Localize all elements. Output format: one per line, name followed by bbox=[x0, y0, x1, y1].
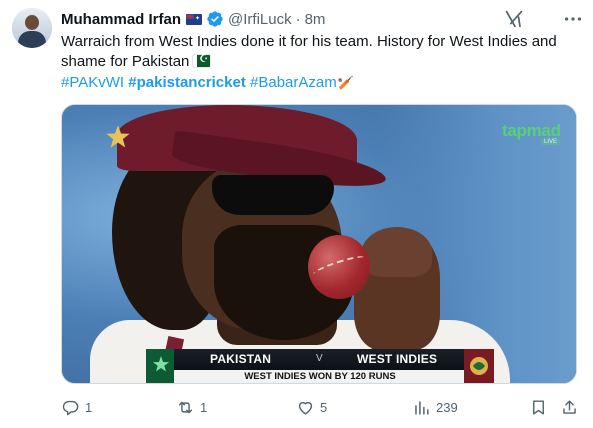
player-fingers bbox=[362, 227, 432, 277]
like-count: 5 bbox=[320, 399, 328, 415]
bookmark-icon bbox=[533, 399, 544, 415]
scorebar: PAKISTAN V WEST INDIES WEST INDIES WON B… bbox=[146, 349, 494, 383]
hashtag-pakvwi[interactable]: #PAKvWI bbox=[61, 74, 124, 91]
tweet-actions: 1 1 5 239 bbox=[0, 394, 593, 420]
tweet-body: Warraich from West Indies done it for hi… bbox=[61, 33, 557, 70]
team-home: PAKISTAN bbox=[210, 352, 272, 366]
repost-button[interactable]: 1 bbox=[176, 394, 207, 420]
pcb-star-logo-icon bbox=[106, 125, 130, 148]
west-indies-crest-icon bbox=[464, 349, 494, 383]
tweet-media-image[interactable]: tapmad LIVE PAKISTAN V WEST INDIES WEST … bbox=[61, 104, 577, 384]
tweet-text: Warraich from West Indies done it for hi… bbox=[61, 32, 581, 72]
timestamp[interactable]: 8m bbox=[305, 11, 326, 28]
sunglasses bbox=[212, 175, 334, 215]
hashtag-line: #PAKvWI #pakistancricket #BabarAzam🏏 bbox=[61, 73, 354, 93]
avatar[interactable] bbox=[12, 8, 52, 48]
like-button[interactable]: 5 bbox=[296, 394, 327, 420]
views-count: 239 bbox=[436, 399, 458, 415]
bookmark-button[interactable] bbox=[529, 394, 548, 420]
verified-badge-icon[interactable] bbox=[206, 10, 224, 28]
like-icon bbox=[298, 401, 313, 415]
broadcaster-badge: LIVE bbox=[541, 139, 561, 145]
hashtag-pakistancricket[interactable]: #pakistancricket bbox=[128, 74, 246, 91]
broadcaster-logo: tapmad bbox=[502, 121, 561, 140]
reply-count: 1 bbox=[85, 399, 93, 415]
share-icon bbox=[563, 399, 576, 414]
share-button[interactable] bbox=[560, 394, 579, 420]
separator-dot: · bbox=[295, 10, 301, 28]
australia-flag-icon bbox=[186, 13, 203, 25]
more-icon[interactable] bbox=[562, 8, 584, 30]
pakistan-crest-icon bbox=[146, 349, 176, 383]
reply-button[interactable]: 1 bbox=[61, 394, 92, 420]
reply-icon bbox=[62, 400, 79, 415]
hashtag-babarazam[interactable]: #BabarAzam bbox=[250, 74, 337, 91]
author-handle[interactable]: @IrfiLuck bbox=[228, 11, 292, 28]
versus-label: V bbox=[316, 353, 323, 364]
team-away: WEST INDIES bbox=[357, 352, 438, 366]
pakistan-flag-icon bbox=[193, 53, 211, 67]
repost-count: 1 bbox=[200, 399, 208, 415]
tweet-header: Muhammad Irfan @IrfiLuck · 8m bbox=[61, 9, 325, 29]
author-name[interactable]: Muhammad Irfan bbox=[61, 11, 181, 28]
grok-icon[interactable] bbox=[503, 8, 525, 30]
match-result: WEST INDIES WON BY 120 RUNS bbox=[244, 371, 396, 382]
avatar-head bbox=[25, 15, 39, 30]
avatar-body bbox=[18, 31, 46, 48]
views-button[interactable]: 239 bbox=[412, 394, 458, 420]
views-icon bbox=[415, 400, 429, 415]
repost-icon bbox=[178, 401, 193, 413]
cricket-bat-icon: 🏏 bbox=[337, 75, 354, 90]
